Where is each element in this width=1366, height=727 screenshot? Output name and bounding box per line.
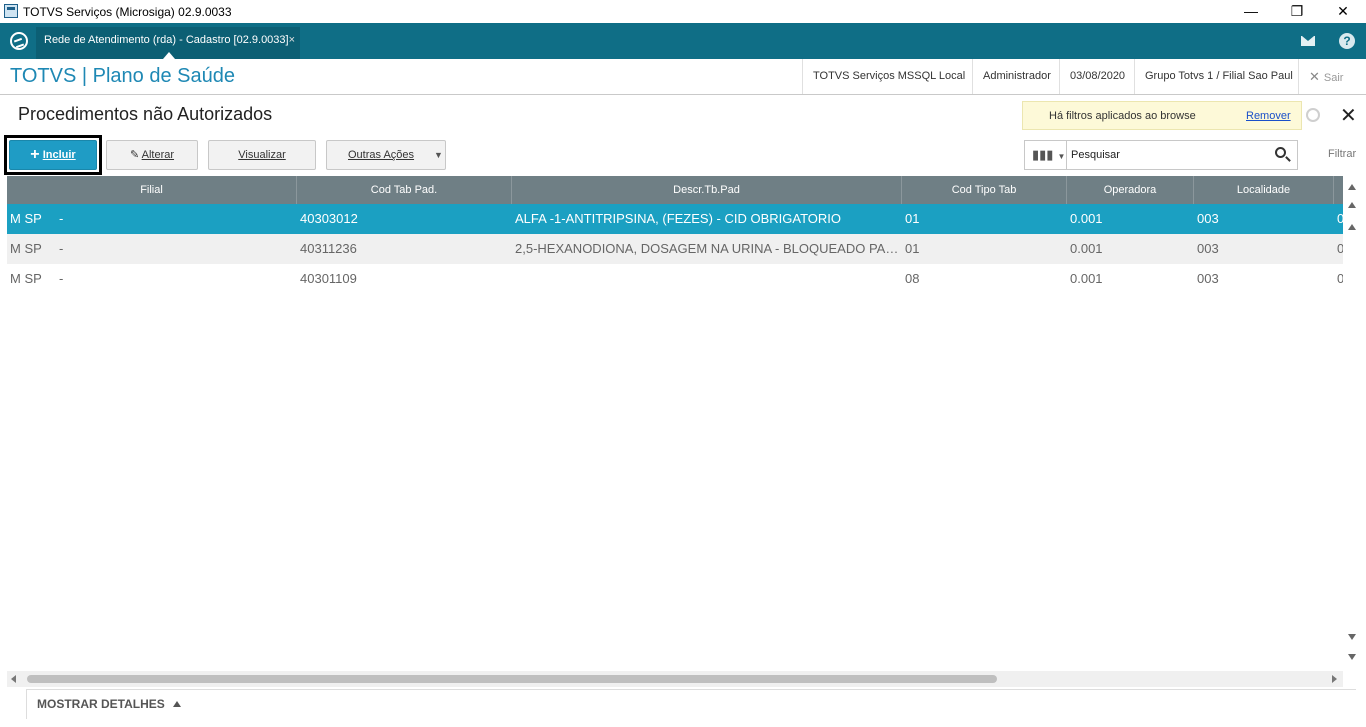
other-actions-button[interactable]: Outras Ações ▼ — [326, 140, 446, 170]
columns-icon: ▮▮▮ — [1032, 147, 1054, 162]
vertical-scrollbar[interactable] — [1344, 176, 1362, 670]
chevron-up-icon — [172, 701, 181, 707]
other-actions-label: Outras Ações — [348, 149, 415, 161]
table-row[interactable]: M SP - 40301109 08 0.001 003 0 — [7, 264, 1343, 294]
exit-label: Sair — [1323, 72, 1344, 84]
alter-label: Alterar — [141, 149, 175, 161]
scroll-top-icon[interactable] — [1348, 184, 1356, 190]
window-titlebar: TOTVS Serviços (Microsiga) 02.9.0033 — ❐… — [0, 0, 1366, 23]
show-details-label: MOSTRAR DETALHES — [37, 697, 165, 711]
cell-cod-tab-pad: 40301109 — [300, 271, 357, 286]
cell-operadora: 0.001 — [1070, 271, 1103, 286]
cell-localidade: 003 — [1197, 241, 1219, 256]
table-row[interactable]: M SP - 40303012 ALFA -1-ANTITRIPSINA, (F… — [7, 204, 1343, 234]
grid-header: Filial Cod Tab Pad. Descr.Tb.Pad Cod Tip… — [7, 176, 1343, 204]
user-label: Administrador — [972, 59, 1061, 94]
cell-cod-tipo-tab: 01 — [905, 241, 920, 256]
cell-cod-tipo-tab: 01 — [905, 211, 920, 226]
scroll-page-down-icon[interactable] — [1348, 654, 1356, 660]
window-app-icon — [4, 4, 18, 18]
scroll-down-icon[interactable] — [1348, 634, 1356, 640]
column-header-cod-tab-pad[interactable]: Cod Tab Pad. — [297, 176, 512, 204]
column-header-descr-tb-pad[interactable]: Descr.Tb.Pad — [512, 176, 902, 204]
search-input[interactable]: Pesquisar — [1071, 149, 1120, 161]
tab-label: Rede de Atendimento (rda) - Cadastro [02… — [44, 34, 289, 46]
cell-next-column: 0 — [1337, 264, 1343, 294]
search-box[interactable]: ▮▮▮ ▼ Pesquisar — [1024, 140, 1298, 170]
search-icon[interactable] — [1275, 147, 1286, 158]
scroll-page-up-icon[interactable] — [1348, 202, 1356, 208]
date-label: 03/08/2020 — [1059, 59, 1135, 94]
scroll-right-icon[interactable] — [1332, 675, 1337, 683]
tab-bar: Rede de Atendimento (rda) - Cadastro [02… — [0, 23, 1366, 59]
cell-descr: 2,5-HEXANODIONA, DOSAGEM NA URINA - BLOQ… — [515, 241, 899, 256]
chevron-down-icon: ▼ — [434, 150, 443, 160]
show-details-toggle[interactable]: MOSTRAR DETALHES — [26, 689, 1356, 719]
window-close-button[interactable]: ✕ — [1320, 0, 1366, 23]
environment-label: TOTVS Serviços MSSQL Local — [802, 59, 975, 94]
filter-button[interactable]: Filtrar — [1328, 148, 1356, 160]
cell-filial-suffix: - — [59, 211, 64, 226]
cell-operadora: 0.001 — [1070, 211, 1103, 226]
column-header-localidade[interactable]: Localidade — [1194, 176, 1334, 204]
cell-next-column: 0 — [1337, 204, 1343, 234]
minimize-button[interactable]: — — [1228, 0, 1274, 23]
cell-filial: M SP — [10, 211, 42, 226]
window-title: TOTVS Serviços (Microsiga) 02.9.0033 — [23, 5, 232, 19]
totvs-logo-icon[interactable] — [10, 32, 28, 50]
column-header-cod-tipo-tab[interactable]: Cod Tipo Tab — [902, 176, 1067, 204]
cell-localidade: 003 — [1197, 211, 1219, 226]
view-button[interactable]: Visualizar — [208, 140, 316, 170]
page-title: Procedimentos não Autorizados — [18, 104, 273, 124]
pencil-icon: ✎ — [129, 149, 140, 161]
page-close-button[interactable]: ✕ — [1340, 103, 1357, 128]
scroll-thumb[interactable] — [27, 675, 997, 683]
cell-cod-tab-pad: 40311236 — [300, 241, 357, 256]
alter-button[interactable]: ✎ Alterar — [106, 140, 198, 170]
cell-filial-suffix: - — [59, 241, 64, 256]
cell-descr: ALFA -1-ANTITRIPSINA, (FEZES) - CID OBRI… — [515, 211, 842, 226]
columns-selector[interactable]: ▮▮▮ ▼ — [1025, 141, 1067, 169]
column-header-filial[interactable]: Filial — [7, 176, 297, 204]
cell-next-column: 0 — [1337, 234, 1343, 264]
close-icon: ✕ — [1309, 69, 1320, 84]
include-button[interactable]: + Incluir — [9, 140, 97, 170]
cell-cod-tipo-tab: 08 — [905, 271, 920, 286]
table-row[interactable]: M SP - 40311236 2,5-HEXANODIONA, DOSAGEM… — [7, 234, 1343, 264]
help-icon[interactable]: ? — [1337, 31, 1357, 51]
company-label: Grupo Totvs 1 / Filial Sao Paul — [1134, 59, 1303, 94]
cell-localidade: 003 — [1197, 271, 1219, 286]
filter-notice-text: Há filtros aplicados ao browse — [1049, 110, 1196, 122]
mail-icon[interactable] — [1298, 31, 1318, 51]
cell-filial: M SP — [10, 271, 42, 286]
tab-close-icon[interactable]: × — [289, 27, 295, 53]
cell-filial-suffix: - — [59, 271, 64, 286]
scroll-up-icon[interactable] — [1348, 224, 1356, 230]
brand-title: TOTVS | Plano de Saúde — [10, 65, 235, 87]
view-label: Visualizar — [238, 149, 286, 161]
cell-operadora: 0.001 — [1070, 241, 1103, 256]
remove-filter-link[interactable]: Remover — [1246, 110, 1291, 122]
filter-notice: Há filtros aplicados ao browse Remover — [1022, 101, 1302, 130]
gear-icon[interactable] — [1306, 108, 1320, 122]
tab-active-indicator — [163, 52, 175, 59]
restore-button[interactable]: ❐ — [1274, 0, 1320, 23]
app-header: TOTVS | Plano de Saúde TOTVS Serviços MS… — [0, 59, 1366, 95]
plus-icon: + — [30, 146, 40, 163]
include-label: Incluir — [42, 149, 76, 161]
cell-cod-tab-pad: 40303012 — [300, 211, 358, 226]
cell-filial: M SP — [10, 241, 42, 256]
exit-button[interactable]: ✕ Sair — [1298, 59, 1353, 94]
horizontal-scrollbar[interactable] — [7, 671, 1343, 687]
scroll-left-icon[interactable] — [11, 675, 16, 683]
column-header-operadora[interactable]: Operadora — [1067, 176, 1194, 204]
cell-descr — [515, 264, 899, 294]
